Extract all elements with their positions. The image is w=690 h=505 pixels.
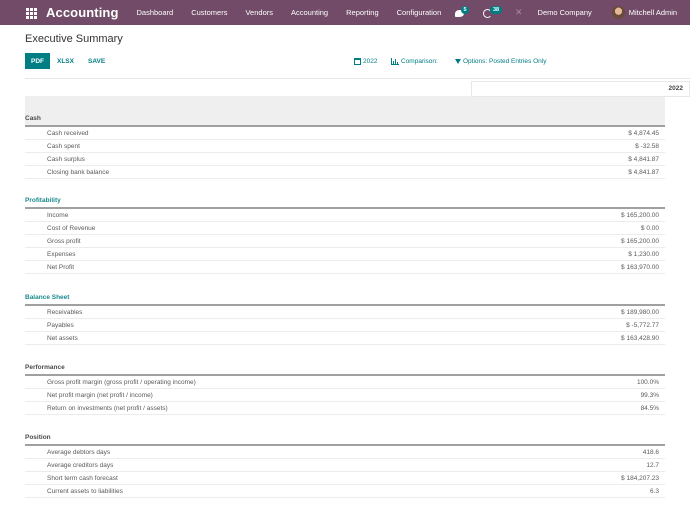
activities-badge: 38 [490, 5, 503, 14]
table-row[interactable]: Current assets to liabilities 6.3 [25, 485, 665, 498]
row-label: Cash received [47, 129, 89, 137]
section-title[interactable]: Position [25, 432, 665, 444]
period-filter-label: 2022 [363, 57, 378, 65]
row-value[interactable]: 84.5% [465, 405, 665, 412]
table-row[interactable]: Cost of Revenue $ 0.00 [25, 222, 665, 235]
close-icon[interactable]: ✕ [515, 7, 523, 18]
row-label: Payables [47, 321, 74, 329]
user-avatar[interactable] [611, 6, 625, 19]
options-filter-label: Options: Posted Entries Only [463, 57, 547, 65]
row-label: Gross profit [47, 237, 81, 245]
row-label: Gross profit margin (gross profit / oper… [47, 378, 196, 386]
menu-dashboard[interactable]: Dashboard [137, 8, 174, 17]
save-button[interactable]: SAVE [88, 53, 105, 69]
company-switcher[interactable]: Demo Company [538, 8, 592, 17]
row-value[interactable]: $ 4,841.87 [465, 156, 665, 163]
row-value[interactable]: 418.6 [465, 449, 665, 456]
row-label: Net Profit [47, 263, 75, 271]
pdf-button[interactable]: PDF [25, 53, 50, 69]
table-row[interactable]: Average debtors days 418.6 [25, 446, 665, 459]
app-name[interactable]: Accounting [46, 5, 119, 20]
row-value[interactable]: $ 165,200.00 [465, 212, 665, 219]
row-label: Average debtors days [47, 448, 111, 456]
table-row[interactable]: Return on investments (net profit / asse… [25, 402, 665, 415]
top-navbar: Accounting Dashboard Customers Vendors A… [0, 0, 690, 25]
row-value[interactable]: $ -32.58 [465, 143, 665, 150]
row-label: Closing bank balance [47, 168, 110, 176]
comparison-filter-label: Comparison: [401, 57, 438, 65]
comparison-filter[interactable]: Comparison: [391, 55, 438, 67]
filter-icon [455, 58, 461, 64]
page-title: Executive Summary [25, 33, 123, 45]
row-label: Cost of Revenue [47, 224, 96, 232]
section-profitability: Profitability Income $ 165,200.00 Cost of… [25, 195, 665, 274]
row-label: Receivables [47, 308, 83, 316]
period-filter[interactable]: 2022 [354, 55, 377, 67]
table-row[interactable]: Net Profit $ 163,970.00 [25, 261, 665, 274]
table-row[interactable]: Closing bank balance $ 4,841.87 [25, 166, 665, 179]
row-value[interactable]: $ 0.00 [465, 225, 665, 232]
section-title[interactable]: Balance Sheet [25, 292, 665, 304]
row-value[interactable]: $ 165,200.00 [465, 238, 665, 245]
section-title[interactable]: Cash [25, 113, 665, 125]
menu-accounting[interactable]: Accounting [291, 8, 328, 17]
menu-customers[interactable]: Customers [191, 8, 227, 17]
row-value[interactable]: 12.7 [465, 462, 665, 469]
column-header-period: 2022 [471, 81, 690, 97]
app-menu-grid-icon[interactable] [26, 7, 38, 19]
table-row[interactable]: Payables $ -5,772.77 [25, 319, 665, 332]
section-cash: Cash Cash received $ 4,874.45 Cash spent $… [25, 113, 665, 179]
calendar-icon [354, 57, 361, 65]
row-label: Cash surplus [47, 155, 85, 163]
section-balance-sheet: Balance Sheet Receivables $ 189,980.00 Pa… [25, 292, 665, 345]
table-row[interactable]: Cash received $ 4,874.45 [25, 127, 665, 140]
table-row[interactable]: Net profit margin (net profit / income) 9… [25, 389, 665, 402]
row-value[interactable]: 6.3 [465, 488, 665, 495]
row-value[interactable]: 99.3% [465, 392, 665, 399]
divider [25, 78, 690, 79]
row-value[interactable]: $ 4,841.87 [465, 169, 665, 176]
section-position: Position Average debtors days 418.6 Avera… [25, 432, 665, 498]
table-row[interactable]: Expenses $ 1,230.00 [25, 248, 665, 261]
menu-vendors[interactable]: Vendors [245, 8, 273, 17]
row-label: Cash spent [47, 142, 80, 150]
row-label: Net profit margin (net profit / income) [47, 391, 153, 399]
row-label: Return on investments (net profit / asse… [47, 404, 168, 412]
section-title[interactable]: Performance [25, 362, 665, 374]
row-label: Income [47, 211, 69, 219]
options-filter[interactable]: Options: Posted Entries Only [455, 55, 546, 67]
menu-configuration[interactable]: Configuration [397, 8, 442, 17]
row-value[interactable]: $ 163,970.00 [465, 264, 665, 271]
table-row[interactable]: Cash surplus $ 4,841.87 [25, 153, 665, 166]
row-value[interactable]: $ 189,980.00 [465, 309, 665, 316]
messages-button[interactable]: 5 [455, 5, 469, 19]
menu-reporting[interactable]: Reporting [346, 8, 379, 17]
row-label: Net assets [47, 334, 78, 342]
table-row[interactable]: Gross profit margin (gross profit / oper… [25, 376, 665, 389]
section-performance: Performance Gross profit margin (gross p… [25, 362, 665, 415]
section-title[interactable]: Profitability [25, 195, 665, 207]
user-menu[interactable]: Mitchell Admin [629, 8, 689, 17]
row-label: Current assets to liabilities [47, 487, 123, 495]
table-row[interactable]: Receivables $ 189,980.00 [25, 306, 665, 319]
table-row[interactable]: Income $ 165,200.00 [25, 209, 665, 222]
row-label: Average creditors days [47, 461, 114, 469]
xlsx-button[interactable]: XLSX [57, 53, 74, 69]
row-value[interactable]: $ 1,230.00 [465, 251, 665, 258]
row-value[interactable]: $ 163,428.90 [465, 335, 665, 342]
table-row[interactable]: Average creditors days 12.7 [25, 459, 665, 472]
table-row[interactable]: Short term cash forecast $ 184,207.23 [25, 472, 665, 485]
row-value[interactable]: 100.0% [465, 379, 665, 386]
row-label: Expenses [47, 250, 76, 258]
messages-badge: 5 [461, 5, 469, 14]
table-row[interactable]: Gross profit $ 165,200.00 [25, 235, 665, 248]
row-value[interactable]: $ -5,772.77 [465, 322, 665, 329]
row-value[interactable]: $ 4,874.45 [465, 130, 665, 137]
table-row[interactable]: Cash spent $ -32.58 [25, 140, 665, 153]
bar-chart-icon [391, 57, 399, 65]
activities-button[interactable]: 38 [483, 5, 503, 19]
table-row[interactable]: Net assets $ 163,428.90 [25, 332, 665, 345]
row-label: Short term cash forecast [47, 474, 118, 482]
row-value[interactable]: $ 184,207.23 [465, 475, 665, 482]
